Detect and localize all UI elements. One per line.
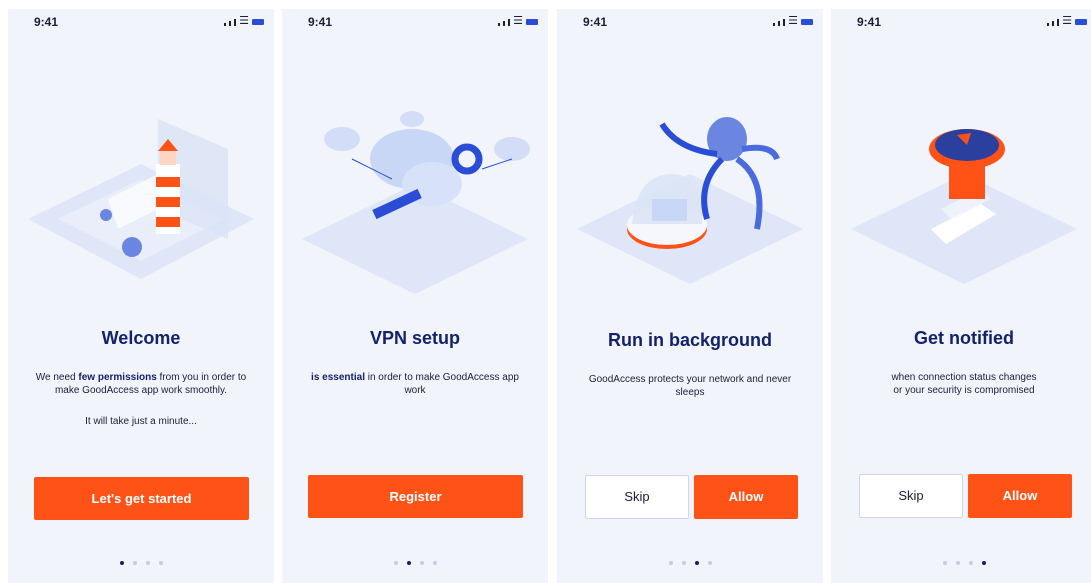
screen-description: We need few permissions from you in orde…: [28, 371, 254, 397]
page-dot[interactable]: [942, 561, 947, 565]
onboarding-screen-run-in-background: 9:41 ☰ Run in background GoodAccess prot…: [557, 9, 823, 583]
page-dot[interactable]: [119, 561, 124, 565]
signal-icon: [773, 23, 776, 26]
notification-illustration: [831, 89, 1091, 309]
status-icons: ☰: [498, 15, 538, 27]
screen-subtext: It will take just a minute...: [85, 416, 197, 427]
vpn-key-cloud-illustration: [282, 89, 548, 309]
page-dot[interactable]: [681, 561, 686, 565]
signal-icon: [224, 23, 227, 26]
battery-icon: [801, 19, 813, 25]
status-bar: 9:41 ☰: [831, 13, 1091, 33]
signal-icon: [498, 23, 501, 26]
desc-text: in order to make GoodAccess app work: [364, 372, 519, 396]
desc-line: or your security is compromised: [893, 385, 1035, 396]
status-bar: 9:41 ☰: [282, 13, 548, 33]
signal-icon: [778, 21, 781, 26]
status-time: 9:41: [583, 15, 608, 29]
screen-description: when connection status changes or your s…: [851, 371, 1077, 397]
status-icons: ☰: [1047, 15, 1087, 27]
skip-button[interactable]: Skip: [585, 475, 689, 519]
page-dot[interactable]: [145, 561, 150, 565]
battery-icon: [526, 19, 538, 25]
page-indicator: [831, 561, 1091, 565]
onboarding-screen-get-notified: 9:41 ☰ Get notified when connection stat…: [831, 9, 1091, 583]
desc-line: when connection status changes: [891, 372, 1037, 383]
page-dot[interactable]: [668, 561, 673, 565]
signal-icon: [229, 21, 232, 26]
battery-icon: [252, 19, 264, 25]
status-bar: 9:41 ☰: [557, 13, 823, 33]
status-bar: 9:41 ☰: [8, 13, 274, 33]
register-button[interactable]: Register: [308, 475, 523, 518]
screen-title: Get notified: [914, 328, 1014, 348]
screen-title: Welcome: [101, 328, 181, 348]
wifi-icon: ☰: [1062, 15, 1072, 27]
allow-button[interactable]: Allow: [694, 475, 798, 519]
wifi-icon: ☰: [513, 15, 523, 27]
status-time: 9:41: [857, 15, 882, 29]
page-dot[interactable]: [406, 561, 411, 565]
status-icons: ☰: [224, 15, 264, 27]
page-dot[interactable]: [968, 561, 973, 565]
page-dot[interactable]: [132, 561, 137, 565]
page-indicator: [282, 561, 548, 565]
page-dot[interactable]: [393, 561, 398, 565]
octopus-illustration: [557, 89, 823, 309]
permission-buttons: Skip Allow: [585, 475, 798, 519]
page-dot[interactable]: [694, 561, 699, 565]
wifi-icon: ☰: [239, 15, 249, 27]
page-dot[interactable]: [981, 561, 986, 565]
onboarding-screen-vpn-setup: 9:41 ☰ VPN setup is essential in order t…: [282, 9, 548, 583]
signal-icon: [508, 19, 511, 26]
page-dot[interactable]: [955, 561, 960, 565]
desc-bold: is essential: [311, 372, 365, 383]
page-dot[interactable]: [432, 561, 437, 565]
signal-icon: [503, 21, 506, 26]
status-icons: ☰: [773, 15, 813, 27]
wifi-icon: ☰: [788, 15, 798, 27]
page-dot[interactable]: [707, 561, 712, 565]
desc-bold: few permissions: [78, 372, 157, 383]
skip-button[interactable]: Skip: [859, 474, 963, 518]
status-time: 9:41: [308, 15, 333, 29]
battery-icon: [1075, 19, 1087, 25]
allow-button[interactable]: Allow: [968, 474, 1072, 518]
signal-icon: [1052, 21, 1055, 26]
permission-buttons: Skip Allow: [859, 474, 1072, 518]
signal-icon: [1057, 19, 1060, 26]
status-time: 9:41: [34, 15, 59, 29]
signal-icon: [234, 19, 237, 26]
desc-text: We need: [35, 372, 79, 383]
onboarding-screen-welcome: 9:41 ☰ Welcome We need few permissions f…: [8, 9, 274, 583]
signal-icon: [783, 19, 786, 26]
signal-icon: [1047, 23, 1050, 26]
page-indicator: [557, 561, 823, 565]
page-dot[interactable]: [158, 561, 163, 565]
screen-title: VPN setup: [369, 328, 461, 348]
screen-title: Run in background: [608, 330, 772, 350]
screen-description: GoodAccess protects your network and nev…: [588, 374, 792, 398]
lets-get-started-button[interactable]: Let's get started: [34, 477, 249, 520]
page-indicator: [8, 561, 274, 565]
screen-description: is essential in order to make GoodAccess…: [302, 371, 528, 397]
page-dot[interactable]: [419, 561, 424, 565]
lighthouse-illustration: [8, 89, 274, 309]
